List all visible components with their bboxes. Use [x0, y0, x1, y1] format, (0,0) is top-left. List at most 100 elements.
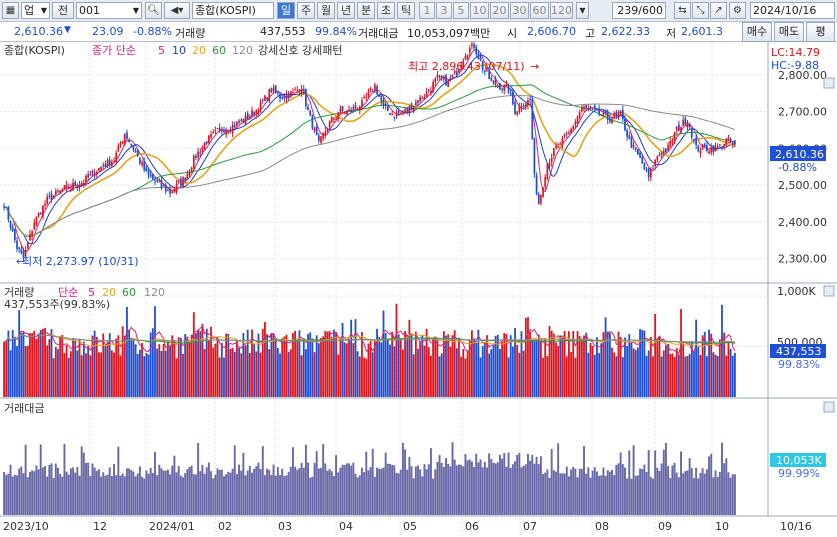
volume-bar	[201, 323, 204, 397]
candle-body	[449, 77, 452, 79]
minute-3[interactable]: 3	[436, 2, 452, 19]
volume-bar	[106, 341, 109, 397]
period-minute[interactable]: 분	[357, 2, 375, 19]
amount-bar	[18, 468, 21, 515]
speaker-icon[interactable]: ◀▾	[164, 2, 190, 19]
buy-button[interactable]: 매수	[742, 22, 772, 42]
minute-120[interactable]: 120	[550, 2, 573, 19]
chevron-down-icon[interactable]: ▼	[576, 2, 589, 19]
candle-body	[210, 134, 212, 138]
amount-bar	[76, 466, 79, 515]
search-icon[interactable]: 🔍︎	[145, 2, 162, 19]
candle-body	[408, 105, 411, 114]
candle-body	[257, 111, 260, 113]
candle-body	[727, 138, 730, 141]
amount-bar	[570, 469, 573, 515]
volume-pct: 99.84%	[315, 25, 357, 38]
candle-body	[115, 152, 118, 162]
amount-bar	[466, 460, 469, 515]
sell-label: 매도	[778, 25, 800, 38]
period-week[interactable]: 주	[297, 2, 315, 19]
volume-bar	[231, 347, 234, 397]
minute-60[interactable]: 60	[530, 2, 549, 19]
minute-30[interactable]: 30	[510, 2, 529, 19]
minute-5-label: 5	[457, 4, 465, 17]
market-select-label: 업	[24, 4, 35, 17]
amount-bar	[522, 465, 525, 515]
candle-body	[662, 150, 665, 154]
candle-body	[374, 84, 376, 92]
candle-body	[104, 164, 107, 167]
volume-bar	[725, 355, 728, 397]
volume-bar	[561, 335, 564, 397]
volume-bar	[630, 341, 633, 397]
period-year[interactable]: 년	[337, 2, 355, 19]
candle-body	[406, 108, 409, 111]
chevron-up-icon[interactable]	[823, 77, 835, 89]
amount-bar	[309, 477, 312, 515]
candle-body	[686, 121, 689, 128]
zoom-icon[interactable]: ⤡	[692, 2, 709, 19]
sync-icon[interactable]: ⇆	[674, 2, 691, 19]
amount-bar	[54, 463, 57, 515]
amount-bar	[477, 462, 480, 515]
amount-bar	[615, 464, 618, 515]
volume-bar	[421, 335, 424, 397]
volume-bar	[138, 349, 141, 397]
amount-bar	[80, 446, 83, 515]
period-day[interactable]: 일	[277, 2, 295, 19]
period-tick[interactable]: 틱	[397, 2, 415, 19]
candle-body	[693, 138, 695, 140]
period-second[interactable]: 초	[377, 2, 395, 19]
grid-icon[interactable]: ▦	[2, 2, 19, 19]
amount-bar	[24, 444, 27, 515]
minute-10[interactable]: 10	[470, 2, 489, 19]
date-input[interactable]: 2024/10/16	[750, 2, 835, 19]
volume-bar	[652, 356, 654, 397]
jeon-button[interactable]: 전	[52, 2, 74, 19]
amount-bar	[210, 471, 213, 515]
volume-bar	[507, 357, 510, 397]
candle-body	[253, 111, 256, 115]
arrow-icon[interactable]: ↗	[710, 2, 727, 19]
volume-bar	[414, 331, 417, 397]
minute-5[interactable]: 5	[453, 2, 469, 19]
candle-body	[397, 110, 400, 114]
market-select[interactable]: 업 ▼	[21, 2, 50, 19]
price: 2,610.36	[14, 25, 63, 38]
code-input[interactable]: 001 ▼	[76, 2, 142, 19]
amount-bar	[391, 464, 394, 515]
period-month[interactable]: 월	[317, 2, 335, 19]
amount-bar	[255, 466, 258, 515]
sell-button[interactable]: 매도	[774, 22, 804, 42]
volume-bar	[552, 333, 555, 397]
candle-body	[410, 103, 413, 110]
minute-20[interactable]: 20	[490, 2, 509, 19]
amount-bar	[557, 443, 560, 515]
chevron-up-icon[interactable]	[823, 401, 835, 413]
candle-body	[656, 156, 659, 161]
gear-icon[interactable]: ⚙	[729, 2, 746, 19]
chart-area[interactable]: 종합(KOSPI) 종가 단순 5 10 20 60 120 강세신호 강세패턴…	[0, 42, 837, 537]
chevron-up-icon[interactable]	[823, 285, 835, 297]
count-input[interactable]: 239/600	[612, 2, 666, 19]
amount-bar	[184, 473, 187, 515]
amount-bar	[639, 468, 642, 515]
candle-body	[369, 88, 372, 91]
x-tick-label: 05	[403, 520, 417, 533]
volume-bar	[699, 355, 702, 397]
amount-bar	[160, 468, 163, 515]
volume-bar	[341, 323, 344, 397]
eval-button[interactable]: 평	[806, 22, 835, 42]
volume-bar	[89, 355, 92, 397]
amount-bar	[580, 468, 583, 515]
minute-1[interactable]: 1	[419, 2, 435, 19]
amount-bar	[703, 473, 706, 515]
volume-bar	[307, 333, 309, 397]
amount-bar	[270, 474, 273, 515]
volume-bar	[445, 335, 447, 397]
candle-body	[572, 126, 575, 129]
candle-body	[684, 118, 687, 126]
volume-bar	[264, 322, 266, 397]
candle-body	[296, 89, 299, 91]
